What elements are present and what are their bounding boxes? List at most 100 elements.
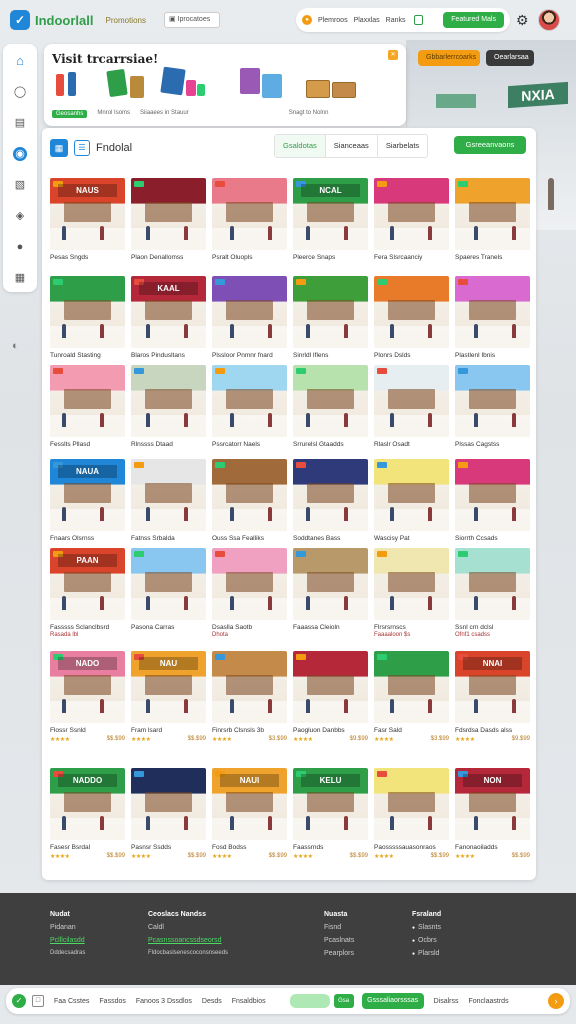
bookmark-icon[interactable]	[413, 15, 423, 25]
store-thumbnail[interactable]	[293, 459, 368, 531]
store-card[interactable]: Soddtanes Bass	[293, 459, 368, 542]
store-name[interactable]: Plastlenl Ibnis	[455, 352, 530, 359]
tab-1[interactable]: Gsaldotas	[275, 135, 326, 157]
banner-item-boxes[interactable]	[160, 66, 205, 106]
store-card[interactable]: KAAL Blaros Pindusltans	[131, 276, 206, 359]
store-card[interactable]: Plaon Denallomss	[131, 178, 206, 261]
store-card[interactable]: Plastlenl Ibnis	[455, 276, 530, 359]
store-name[interactable]: Fatnss Srbalda	[131, 535, 206, 542]
nav-link-2[interactable]: Plaxxlas	[354, 17, 380, 24]
store-name[interactable]: Plonrs Dslds	[374, 352, 449, 359]
footer-link[interactable]: Ocbrs	[412, 937, 441, 944]
store-name[interactable]: Spaeres Tranels	[455, 254, 530, 261]
store-thumbnail[interactable]	[455, 276, 530, 348]
store-card[interactable]: Flrsrsrnscs Faaaaloon $s	[374, 548, 449, 638]
store-name[interactable]: Fesslts Pllasd	[50, 441, 125, 448]
bottom-right-link-2[interactable]: Fonclaastrds	[469, 998, 509, 1005]
featured-malls-button[interactable]: Featured Mals	[443, 12, 504, 28]
banner-item-crates[interactable]	[304, 66, 356, 106]
footer-link[interactable]: Pcasnssoancssdseorsd	[148, 937, 228, 944]
store-name[interactable]: Pssrcatorr Naels	[212, 441, 287, 448]
store-card[interactable]: NADDO Fasesr Bsrdal ★★★★ $$.$99	[50, 768, 125, 860]
store-name[interactable]: Faaassa Cleioln	[293, 624, 368, 631]
view-grid-icon[interactable]: ▦	[50, 139, 68, 157]
store-card[interactable]: Ouss Ssa Fealliks	[212, 459, 287, 542]
footer-link[interactable]: Fldocbaslsenescoconsnseeds	[148, 950, 228, 956]
gear-icon[interactable]: ⚙	[516, 12, 529, 29]
store-thumbnail[interactable]	[293, 276, 368, 348]
footer-link[interactable]: Pearplors	[324, 950, 354, 957]
store-thumbnail[interactable]	[455, 178, 530, 250]
footer-link[interactable]: Pidanan	[50, 924, 85, 931]
bottom-right-link-1[interactable]: Disalrss	[434, 998, 459, 1005]
store-thumbnail[interactable]	[374, 651, 449, 723]
settings-icon[interactable]: ●	[13, 240, 27, 254]
top-search-button[interactable]: ▣ Iprocatoes	[163, 12, 220, 28]
main-action-button[interactable]: Gsreeanvaons	[454, 136, 526, 154]
nav-link-promotions[interactable]: Promotions	[106, 16, 146, 25]
store-name[interactable]: Blaros Pindusltans	[131, 352, 206, 359]
store-name[interactable]: Fera Slsrcaanciy	[374, 254, 449, 261]
bottom-link-4[interactable]: Desds	[202, 998, 222, 1005]
store-thumbnail[interactable]: NAUS	[50, 178, 125, 250]
store-name[interactable]: Pleerce Snaps	[293, 254, 368, 261]
store-card[interactable]: Rlaslr Osadt	[374, 365, 449, 448]
store-card[interactable]: NAU Fram lsard ★★★★ $$.$99	[131, 651, 206, 743]
messenger-icon[interactable]: ◉	[13, 147, 27, 161]
footer-link[interactable]: Pclllcilasdd	[50, 937, 85, 944]
store-thumbnail[interactable]	[293, 548, 368, 620]
dark-action-button[interactable]: Oearlarsaa	[486, 50, 534, 66]
store-card[interactable]: Sinrldl Iflens	[293, 276, 368, 359]
store-card[interactable]: Fasr Sald ★★★★ $3.$99	[374, 651, 449, 743]
store-card[interactable]: NAUI Fosd Bodss ★★★★ $$.$99	[212, 768, 287, 860]
bottom-input[interactable]	[289, 994, 330, 1008]
nav-link-3[interactable]: Ranks	[386, 17, 406, 24]
store-card[interactable]: Faaassa Cleioln	[293, 548, 368, 638]
store-card[interactable]: Fera Slsrcaanciy	[374, 178, 449, 261]
store-card[interactable]: Psralt Oluopls	[212, 178, 287, 261]
store-thumbnail[interactable]: NON	[455, 768, 530, 840]
home-icon[interactable]: ⌂	[13, 54, 27, 68]
store-thumbnail[interactable]	[374, 548, 449, 620]
store-card[interactable]: Pasona Carras	[131, 548, 206, 638]
store-thumbnail[interactable]	[212, 365, 287, 437]
store-thumbnail[interactable]	[455, 548, 530, 620]
store-card[interactable]: Plssas Cagstss	[455, 365, 530, 448]
close-icon[interactable]: ✕	[388, 50, 398, 60]
store-name[interactable]: Rlnssss Dtaad	[131, 441, 206, 448]
store-name[interactable]: Siorrth Ccsads	[455, 535, 530, 542]
store-name[interactable]: Plssloor Pnmnr fnard	[212, 352, 287, 359]
store-thumbnail[interactable]	[455, 459, 530, 531]
footer-link[interactable]: Fisnd	[324, 924, 354, 931]
store-thumbnail[interactable]: KELU	[293, 768, 368, 840]
footer-link[interactable]: Dddecsadras	[50, 950, 85, 956]
nav-link-1[interactable]: Plemroos	[318, 17, 348, 24]
store-name[interactable]: Soddtanes Bass	[293, 535, 368, 542]
store-card[interactable]: NON Fanonaoiladds ★★★★ $$.$99	[455, 768, 530, 860]
store-name[interactable]: Paogluon Danbbs	[293, 727, 368, 734]
store-thumbnail[interactable]: NAUI	[212, 768, 287, 840]
store-thumbnail[interactable]	[212, 276, 287, 348]
tab-3[interactable]: Siarbelats	[378, 135, 427, 157]
store-thumbnail[interactable]	[131, 768, 206, 840]
store-name[interactable]: Fasssss Sclanclbsrd	[50, 624, 125, 631]
store-name[interactable]: Fasr Sald	[374, 727, 449, 734]
bottom-link-3[interactable]: Fanoos 3 Dssdlos	[136, 998, 192, 1005]
store-thumbnail[interactable]: NCAL	[293, 178, 368, 250]
store-thumbnail[interactable]	[212, 459, 287, 531]
bottom-link-1[interactable]: Faa Csstes	[54, 998, 89, 1005]
store-name[interactable]: Fdsrdsa Dasds alss	[455, 727, 530, 734]
store-name[interactable]: Pesas Sngds	[50, 254, 125, 261]
store-name[interactable]: Faassrnds	[293, 844, 368, 851]
grid-icon[interactable]: ▦	[13, 271, 27, 285]
store-name[interactable]: Fram lsard	[131, 727, 206, 734]
banner-item-gifts[interactable]	[238, 66, 282, 106]
store-name[interactable]: Pasnsr Ssdds	[131, 844, 206, 851]
banner-label-1[interactable]: Geosanhs	[52, 110, 88, 118]
store-thumbnail[interactable]	[374, 276, 449, 348]
store-name[interactable]: Finrsrb Clsnsls 3b	[212, 727, 287, 734]
store-card[interactable]: Ssnl crn dclsl Ofnf1 csadss	[455, 548, 530, 638]
store-name[interactable]: Rlaslr Osadt	[374, 441, 449, 448]
store-name[interactable]: Flossr Ssnld	[50, 727, 125, 734]
store-name[interactable]: Flrsrsrnscs	[374, 624, 449, 631]
